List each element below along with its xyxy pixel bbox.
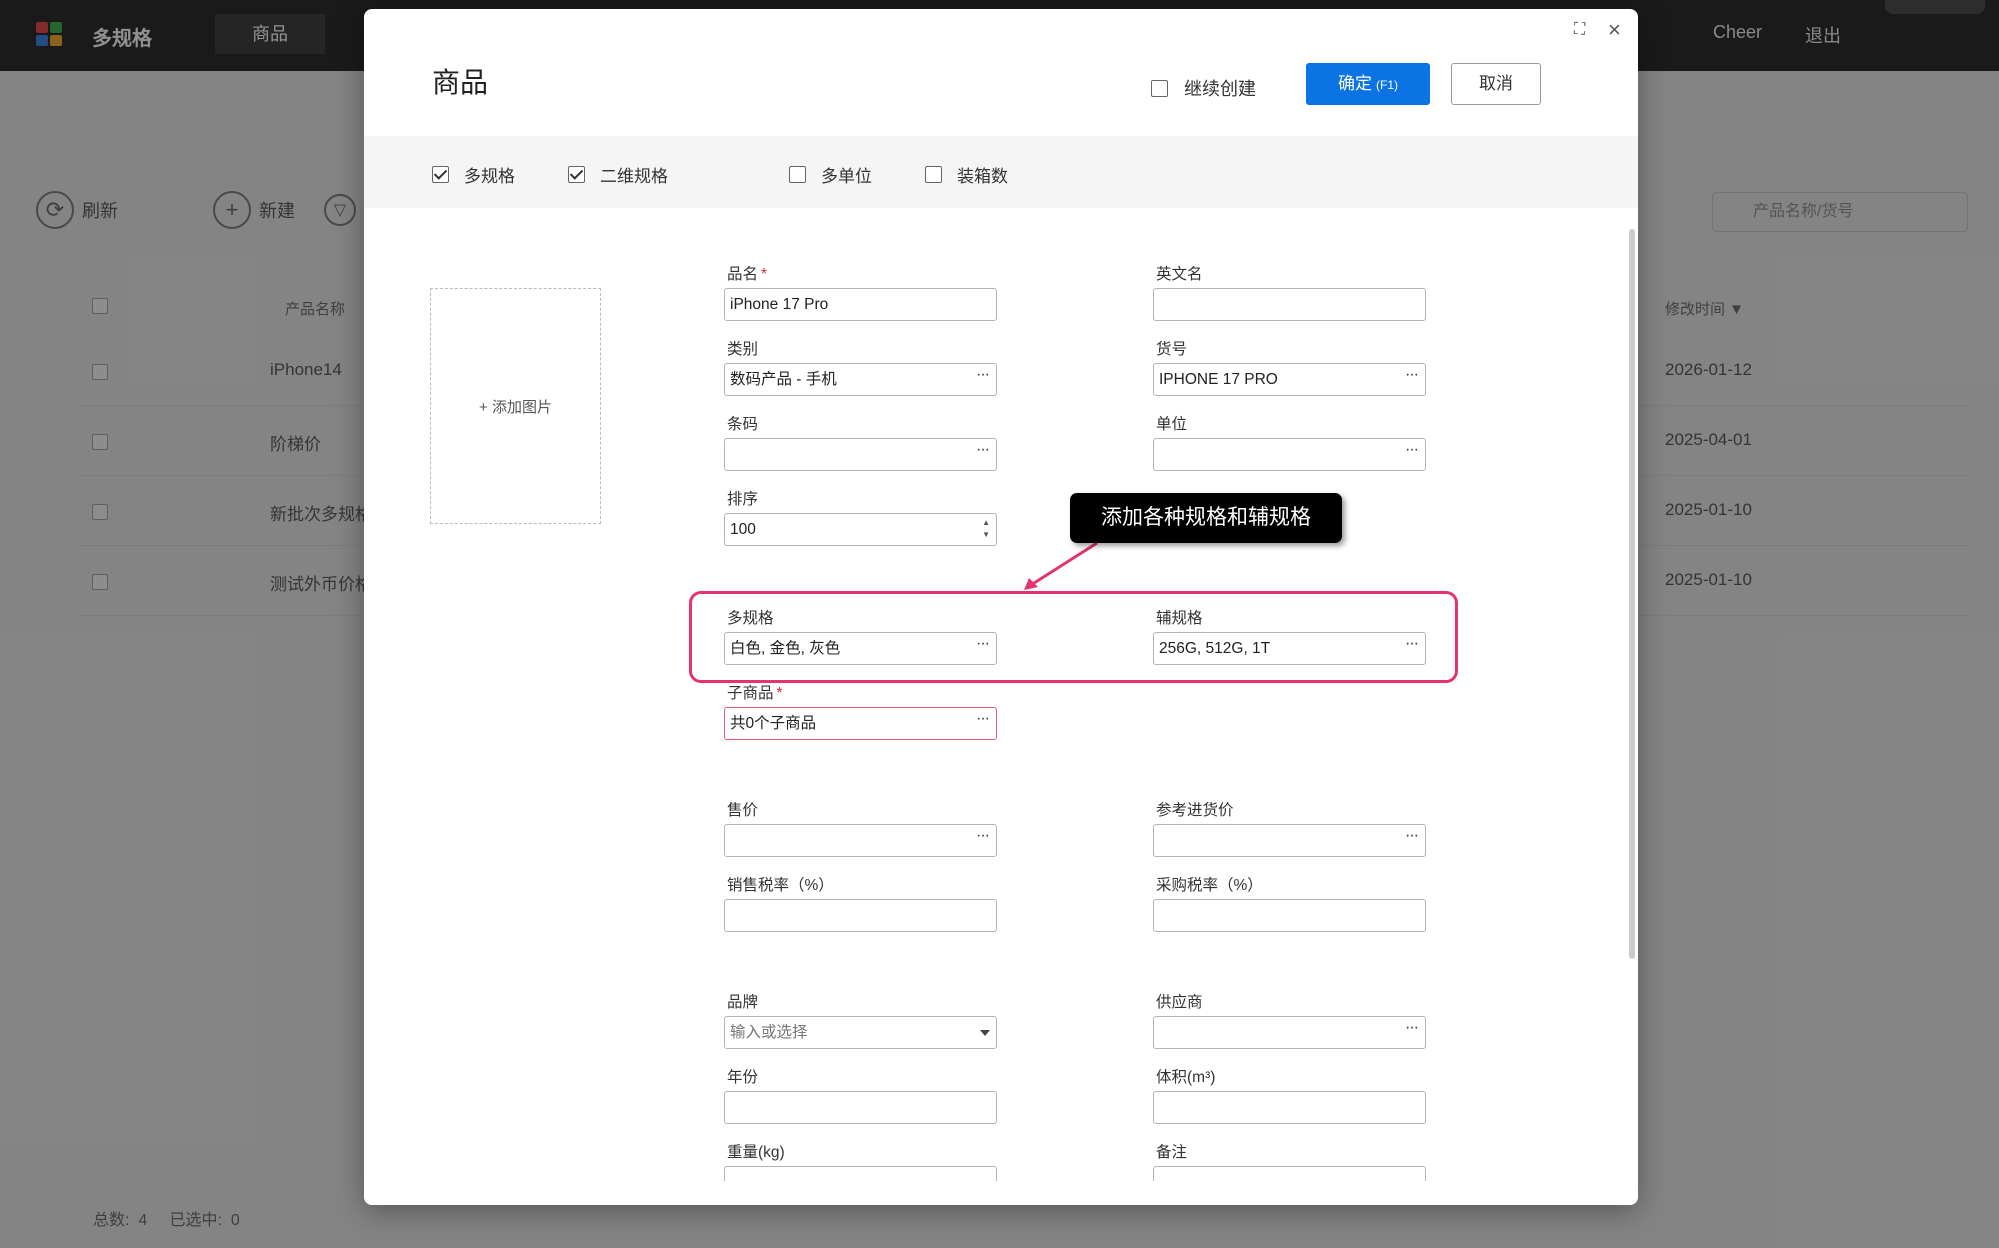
annotation-arrow	[1024, 541, 1098, 590]
product-dialog: 商品 ⛶ × 继续创建 确定 (F1) 取消 多规格 二维规格 多单位 装箱数 +…	[364, 9, 1638, 1205]
annotation-callout: 添加各种规格和辅规格	[1070, 493, 1342, 543]
